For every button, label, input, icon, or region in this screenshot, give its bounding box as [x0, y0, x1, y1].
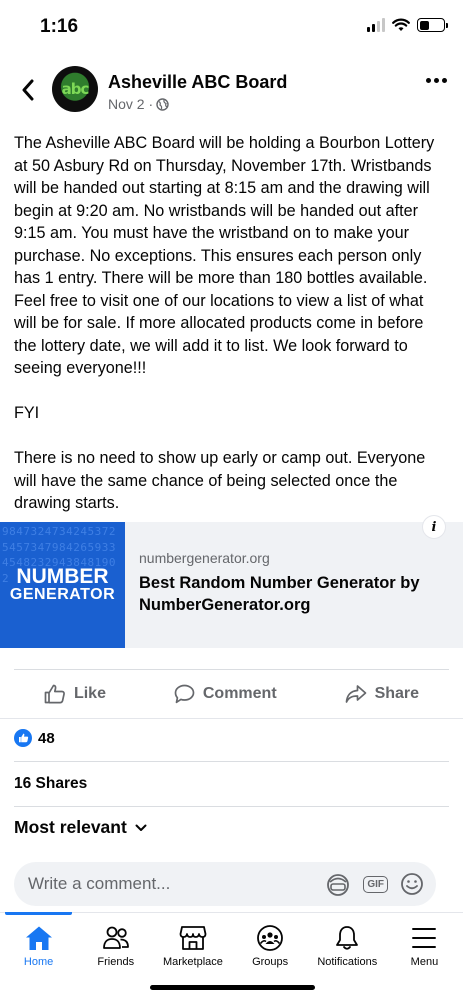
post-header: abc Asheville ABC Board Nov 2 · — [0, 64, 463, 116]
share-arrow-icon — [345, 685, 366, 703]
divider — [14, 761, 449, 762]
thumbnail-title-line2: GENERATOR — [9, 586, 116, 603]
divider — [0, 718, 463, 719]
tab-label: Groups — [252, 956, 289, 968]
marketplace-icon — [179, 926, 207, 950]
info-icon[interactable]: i — [423, 516, 445, 538]
status-bar: 1:16 — [0, 0, 463, 56]
menu-icon — [412, 928, 437, 948]
tab-friends[interactable]: Friends — [77, 913, 154, 1000]
divider — [14, 669, 449, 670]
status-time: 1:16 — [40, 16, 79, 37]
home-indicator — [150, 985, 315, 990]
divider — [14, 806, 449, 807]
link-domain: numbergenerator.org — [139, 550, 270, 566]
share-button[interactable]: Share — [345, 684, 419, 704]
like-reaction-icon — [14, 729, 32, 747]
friends-icon — [102, 926, 129, 949]
groups-icon — [257, 925, 283, 951]
comment-tools: GIF — [325, 871, 424, 897]
tab-home[interactable]: Home — [0, 912, 77, 1000]
tab-label: Marketplace — [162, 956, 223, 968]
back-button[interactable] — [14, 76, 42, 104]
tab-label: Notifications — [317, 956, 378, 968]
globe-icon — [156, 97, 169, 111]
post-text: The Asheville ABC Board will be holding … — [14, 134, 435, 512]
sort-label: Most relevant — [14, 817, 127, 837]
tab-notifications[interactable]: Notifications — [309, 913, 386, 1000]
link-thumbnail: 9847324734245372545734798426593345482329… — [0, 522, 125, 648]
comment-composer: GIF — [14, 862, 436, 906]
page-avatar[interactable]: abc — [52, 66, 98, 112]
action-bar: Like Comment Share — [0, 674, 463, 714]
comment-sort-dropdown[interactable]: Most relevant — [14, 817, 147, 838]
cellular-signal-icon — [367, 18, 385, 32]
chevron-down-icon — [135, 824, 147, 831]
emoji-icon[interactable] — [400, 872, 424, 896]
tab-menu[interactable]: Menu — [386, 913, 463, 1000]
reactions-summary[interactable]: 48 — [14, 729, 55, 747]
status-icons — [367, 18, 448, 32]
like-label: Like — [73, 685, 106, 702]
link-preview-card[interactable]: 9847324734245372545734798426593345482329… — [0, 522, 463, 648]
gif-icon[interactable]: GIF — [363, 875, 388, 893]
link-info: numbergenerator.org Best Random Number G… — [125, 522, 439, 648]
reaction-count: 48 — [38, 729, 55, 747]
post-meta: Nov 2 · — [108, 96, 169, 112]
back-arrow-icon — [22, 79, 34, 101]
battery-icon — [417, 18, 448, 32]
wifi-icon — [392, 18, 410, 31]
post-date: Nov 2 · — [108, 96, 154, 112]
comment-label: Comment — [202, 685, 277, 702]
like-button[interactable]: Like — [44, 684, 106, 704]
thumbs-up-icon — [44, 684, 65, 704]
bell-icon — [336, 926, 359, 950]
comment-input[interactable] — [28, 874, 326, 894]
avatar-sticker-icon[interactable] — [325, 871, 351, 897]
comment-button[interactable]: Comment — [174, 684, 277, 704]
more-options-button[interactable] — [426, 78, 447, 83]
tab-label: Home — [23, 956, 54, 968]
comment-bubble-icon — [174, 684, 195, 704]
tab-label: Menu — [410, 956, 439, 968]
tab-label: Friends — [97, 956, 135, 968]
share-label: Share — [374, 685, 420, 702]
link-title: Best Random Number Generator by NumberGe… — [139, 574, 420, 614]
home-icon — [25, 926, 52, 950]
share-count[interactable]: 16 Shares — [14, 775, 87, 793]
page-name[interactable]: Asheville ABC Board — [108, 72, 287, 93]
avatar-logo-text: abc — [61, 80, 90, 98]
